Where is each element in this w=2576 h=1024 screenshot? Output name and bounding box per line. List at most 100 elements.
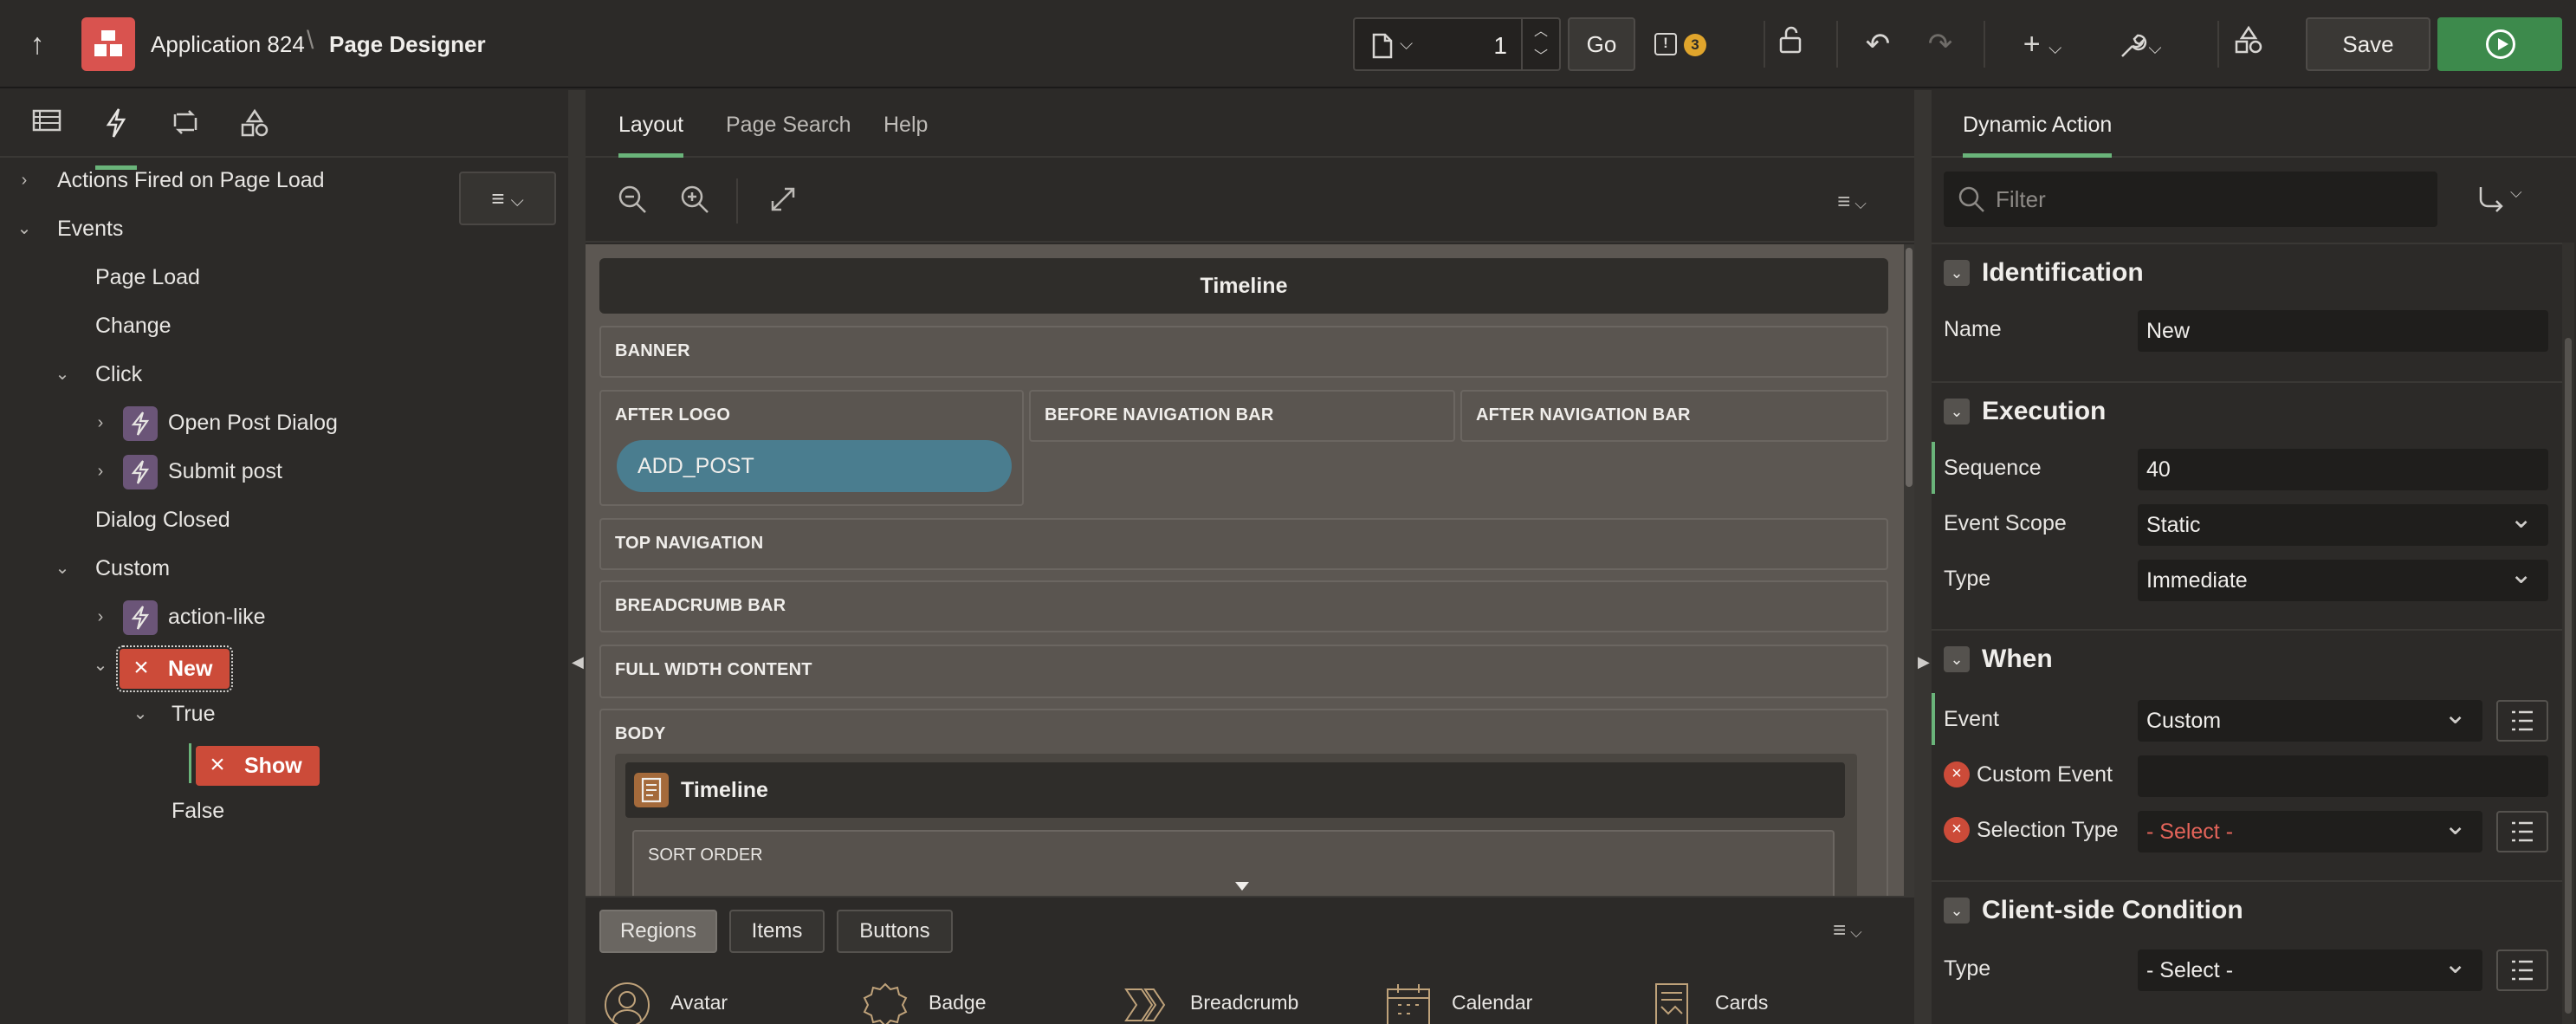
scrollbar-thumb[interactable] (1906, 248, 1913, 487)
page-selector[interactable]: ⌵ 1 ︿ ﹀ (1353, 17, 1561, 71)
list-icon[interactable] (2496, 700, 2548, 742)
type-select[interactable]: Immediate (2138, 553, 2548, 601)
tab-layout[interactable]: Layout (618, 107, 684, 158)
processing-tab-icon[interactable] (165, 107, 206, 142)
tree-node-show[interactable]: × Show (189, 742, 327, 786)
chevron-up-icon[interactable]: ︿ (1523, 19, 1559, 44)
zoom-in-icon[interactable] (677, 184, 712, 218)
chevron-down-icon[interactable]: ⌄ (1944, 898, 1970, 924)
gallery-tab-buttons[interactable]: Buttons (837, 910, 953, 953)
layout-menu-icon[interactable]: ≡ ⌵ (1826, 184, 1878, 218)
page-number-input[interactable]: 1 (1493, 32, 1507, 60)
gallery-tab-regions[interactable]: Regions (599, 910, 717, 953)
tree-node-change[interactable]: Change (95, 305, 172, 347)
name-field[interactable]: New (2138, 310, 2548, 352)
tree-node-dialog-closed[interactable]: Dialog Closed (95, 499, 230, 541)
error-node-pill[interactable]: × Show (196, 746, 320, 786)
slot-after-nav[interactable]: AFTER NAVIGATION BAR (1460, 390, 1888, 442)
toolbar-divider (2217, 21, 2219, 68)
tab-dynamic-action[interactable]: Dynamic Action (1963, 107, 2113, 158)
slot-before-nav[interactable]: BEFORE NAVIGATION BAR (1029, 390, 1455, 442)
tree-menu-button[interactable]: ≡ ⌵ (459, 172, 556, 225)
slot-top-navigation[interactable]: TOP NAVIGATION (599, 518, 1888, 570)
group-when[interactable]: ⌄ When (1932, 629, 2562, 686)
sort-order-slot[interactable]: SORT ORDER (632, 830, 1835, 896)
custom-event-field[interactable] (2138, 755, 2548, 797)
tree-node-page-load[interactable]: Page Load (95, 256, 200, 298)
zoom-out-icon[interactable] (615, 184, 650, 218)
chevron-down-icon[interactable]: ⌄ (50, 353, 74, 395)
app-logo[interactable] (81, 17, 135, 71)
run-page-button[interactable] (2437, 17, 2562, 71)
chevron-down-icon[interactable]: ⌄ (1944, 399, 1970, 425)
group-client-side-condition[interactable]: ⌄ Client-side Condition (1932, 880, 2562, 937)
rendering-tab-icon[interactable] (26, 107, 68, 142)
page-header-bar[interactable]: Timeline (599, 258, 1888, 314)
sequence-field[interactable]: 40 (2138, 449, 2548, 490)
undo-icon[interactable]: ↶ (1857, 24, 1899, 66)
left-splitter[interactable]: ◀ (568, 90, 586, 1024)
region-header[interactable]: Timeline (625, 762, 1845, 818)
shared-components-icon[interactable] (2228, 24, 2269, 66)
filter-input[interactable] (1996, 172, 2429, 227)
error-node-pill[interactable]: × New (115, 645, 234, 692)
chevron-down-icon[interactable]: ⌄ (50, 548, 74, 589)
up-arrow-icon[interactable]: ↑ (19, 26, 55, 62)
property-scrollbar[interactable] (2562, 243, 2574, 1024)
tab-page-search[interactable]: Page Search (726, 107, 851, 158)
selection-type-select[interactable]: - Select - (2138, 804, 2482, 852)
chevron-down-icon[interactable]: ⌄ (1944, 260, 1970, 286)
shared-components-tab-icon[interactable] (234, 107, 275, 142)
expand-icon[interactable] (766, 184, 800, 218)
slot-banner[interactable]: BANNER (599, 326, 1888, 378)
slot-after-logo[interactable]: AFTER LOGO ADD_POST (599, 390, 1024, 506)
group-execution[interactable]: ⌄ Execution (1932, 381, 2562, 438)
go-button[interactable]: Go (1568, 17, 1635, 71)
tree-node-false[interactable]: False (172, 790, 224, 832)
collapse-right-icon[interactable]: ▶ (1918, 653, 1930, 671)
utilities-wrench-icon[interactable]: ⌵ (2105, 24, 2174, 66)
page-number-stepper[interactable]: ︿ ﹀ (1521, 19, 1559, 69)
center-pane: Layout Page Search Help ≡ ⌵ Timeline BAN… (586, 90, 1914, 1024)
collapse-left-icon[interactable]: ◀ (572, 653, 584, 671)
canvas-scrollbar[interactable] (1904, 244, 1914, 896)
chevron-down-icon[interactable]: ⌄ (12, 208, 36, 250)
slot-full-width[interactable]: FULL WIDTH CONTENT (599, 645, 1888, 698)
save-button[interactable]: Save (2306, 17, 2430, 71)
add-post-button-item[interactable]: ADD_POST (617, 440, 1012, 492)
right-splitter[interactable]: ▶ (1914, 90, 1932, 1024)
tree-node-label: Events (57, 217, 124, 241)
breadcrumb-app-name[interactable]: Application 824 (151, 31, 305, 58)
gallery-tab-items[interactable]: Items (729, 910, 825, 953)
tab-help[interactable]: Help (883, 107, 928, 158)
go-to-group-icon[interactable]: ⌵ (2476, 184, 2536, 218)
chevron-down-icon[interactable]: ⌄ (1944, 646, 1970, 672)
list-icon[interactable] (2496, 811, 2548, 852)
chevron-right-icon[interactable]: › (88, 402, 113, 444)
redo-icon[interactable]: ↷ (1919, 24, 1961, 66)
tree-node-new-selected[interactable]: ⌄ × New (88, 645, 244, 692)
slot-breadcrumb-bar[interactable]: BREADCRUMB BAR (599, 580, 1888, 632)
chevron-right-icon[interactable]: › (12, 159, 36, 201)
lock-icon[interactable] (1770, 24, 1812, 66)
timeline-region[interactable]: Timeline SORT ORDER (615, 754, 1857, 896)
event-scope-select[interactable]: Static (2138, 497, 2548, 546)
chevron-down-icon[interactable]: ⌄ (128, 693, 152, 735)
chevron-down-icon[interactable]: ⌵ (1400, 35, 1413, 55)
event-select[interactable]: Custom (2138, 693, 2482, 742)
gallery-menu-icon[interactable]: ≡ ⌵ (1833, 917, 1862, 943)
group-title: Identification (1982, 258, 2144, 287)
scrollbar-thumb[interactable] (2565, 338, 2572, 1014)
condition-type-select[interactable]: - Select - (2138, 943, 2482, 991)
alerts-button[interactable]: ! 3 (1651, 17, 1720, 71)
chevron-down-icon[interactable]: ⌄ (88, 645, 113, 686)
create-menu-icon[interactable]: + ⌵ (2008, 24, 2077, 66)
prop-label: Selection Type (1977, 818, 2119, 842)
chevron-right-icon[interactable]: › (88, 450, 113, 492)
chevron-down-icon[interactable]: ﹀ (1523, 44, 1559, 69)
page-title: Page Designer (329, 31, 486, 57)
list-icon[interactable] (2496, 949, 2548, 991)
chevron-right-icon[interactable]: › (88, 596, 113, 638)
group-identification[interactable]: ⌄ Identification (1932, 243, 2562, 300)
prop-label: Type (1944, 567, 1991, 591)
